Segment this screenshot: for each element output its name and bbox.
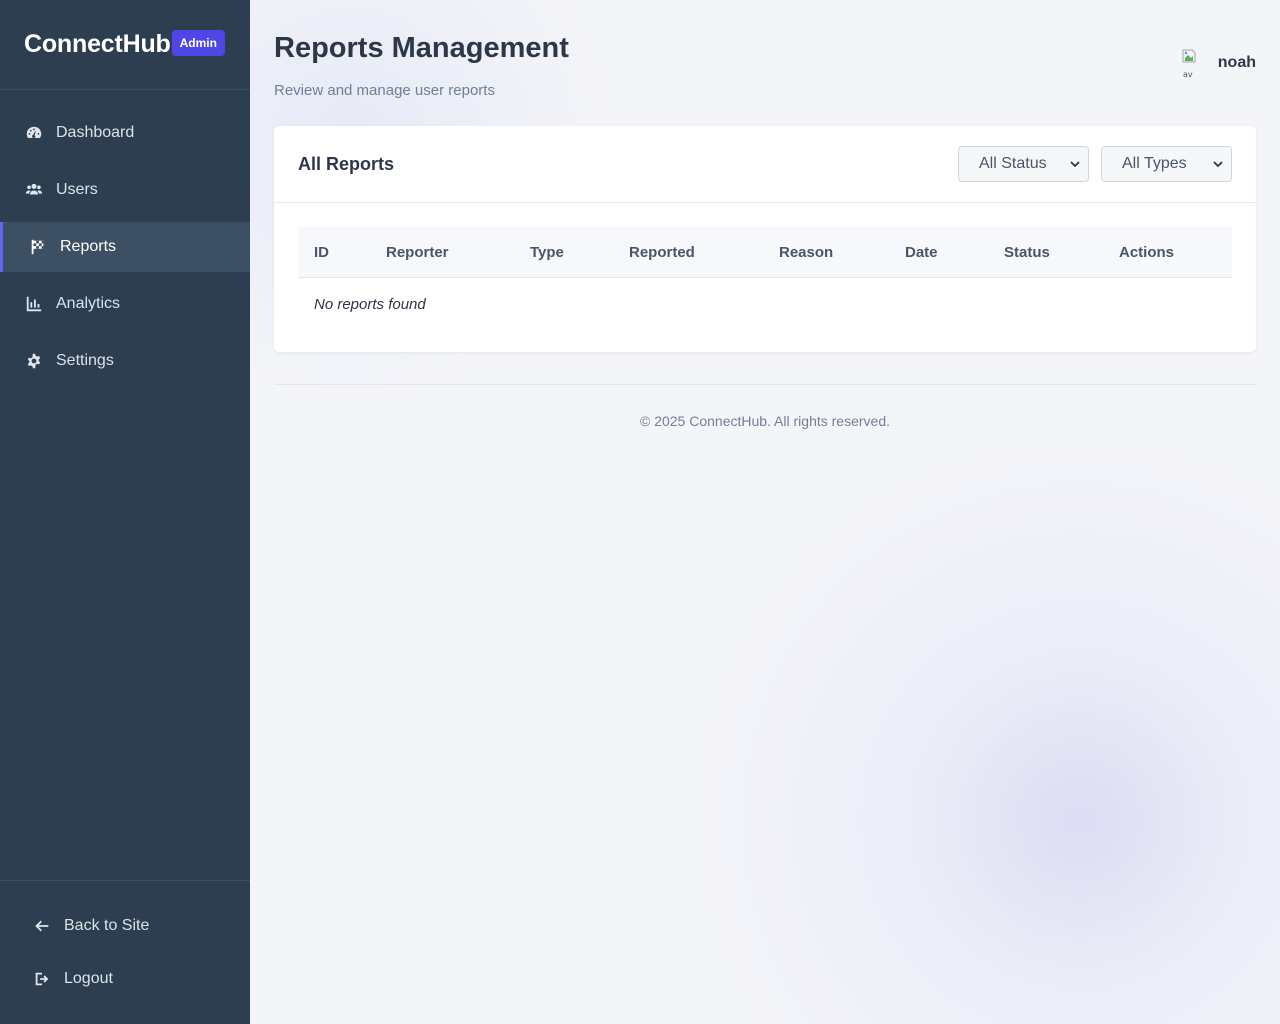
brand[interactable]: ConnectHub Admin [0,0,250,90]
card-header: All Reports All Status All Types [274,126,1256,203]
column-header-reported: Reported [629,244,695,261]
page-subtitle: Review and manage user reports [274,82,495,99]
chevron-down-icon [1213,161,1223,168]
sidebar-item-reports[interactable]: Reports [0,222,250,272]
sidebar-item-settings[interactable]: Settings [0,336,250,386]
logout-link[interactable]: Logout [0,952,250,1005]
users-icon [24,180,44,200]
main-content: Reports Management Review and manage use… [274,0,1256,1024]
footer-copyright: © 2025 ConnectHub. All rights reserved. [639,413,890,429]
avatar[interactable]: av [1180,48,1208,78]
type-filter-select[interactable]: All Types [1101,146,1232,182]
sidebar-item-analytics[interactable]: Analytics [0,279,250,329]
reports-card: All Reports All Status All Types ID Repo… [274,126,1256,352]
logout-icon [32,969,52,989]
flag-icon [28,237,48,257]
page-title: Reports Management [274,32,569,64]
table-row: No reports found [298,278,1232,330]
sidebar-item-dashboard[interactable]: Dashboard [0,108,250,158]
filters: All Status All Types [958,146,1232,182]
sidebar-item-label: Settings [56,352,114,369]
back-to-site-label: Back to Site [64,916,150,934]
status-filter-value: All Status [979,155,1047,172]
column-header-status: Status [1004,244,1050,261]
column-header-reason: Reason [779,244,834,261]
arrow-left-icon [32,916,52,936]
brand-name: ConnectHub [24,30,171,58]
dashboard-icon [24,123,44,143]
sidebar-item-users[interactable]: Users [0,165,250,215]
sidebar-item-label: Reports [60,238,117,255]
status-filter-select[interactable]: All Status [958,146,1089,182]
sidebar: ConnectHub Admin Dashboard Users Reports [0,0,250,1024]
column-header-type: Type [530,244,564,261]
chevron-down-icon [1070,161,1080,168]
sidebar-item-label: Analytics [56,295,121,312]
reports-table: ID Reporter Type Reported Reason Date St… [274,203,1256,330]
user-menu[interactable]: av noah [1180,48,1256,78]
svg-text:av: av [1183,70,1193,78]
sidebar-bottom: Back to Site Logout [0,880,250,1024]
back-to-site-link[interactable]: Back to Site [0,899,250,952]
column-header-actions: Actions [1119,244,1175,261]
logout-label: Logout [64,969,113,987]
gear-icon [24,351,44,371]
sidebar-item-label: Users [56,181,98,198]
sidebar-item-label: Dashboard [56,124,135,141]
footer-divider [274,384,1256,385]
sidebar-nav: Dashboard Users Reports Analytics Settin… [0,90,250,386]
chart-icon [24,294,44,314]
column-header-id: ID [314,244,329,261]
column-header-reporter: Reporter [386,244,449,261]
admin-badge: Admin [171,29,225,56]
table-header: ID Reporter Type Reported Reason Date St… [298,227,1232,278]
empty-message: No reports found [314,295,426,313]
column-header-date: Date [905,244,938,261]
card-title: All Reports [298,153,395,174]
type-filter-value: All Types [1122,155,1187,172]
user-name: noah [1217,54,1256,71]
